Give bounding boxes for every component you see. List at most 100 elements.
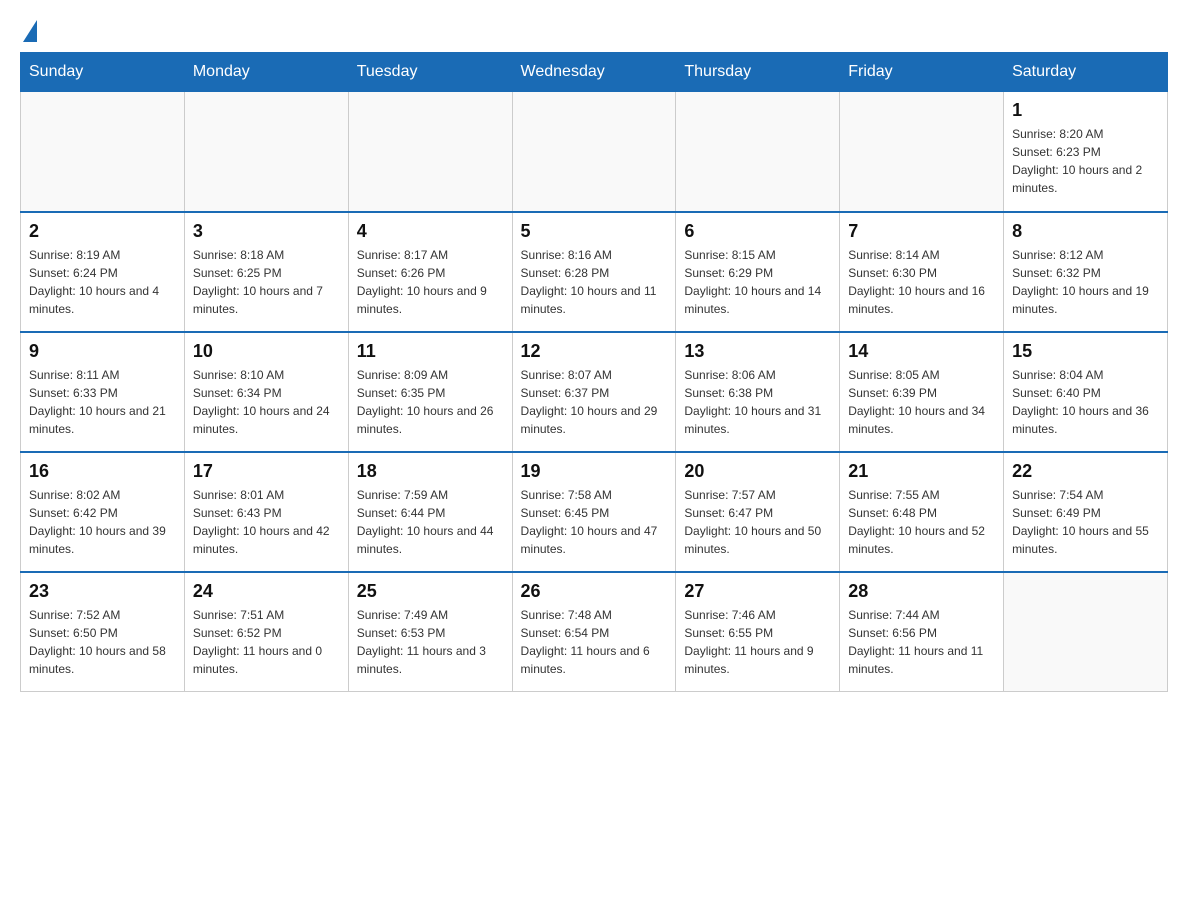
day-number: 3: [193, 221, 340, 242]
day-number: 10: [193, 341, 340, 362]
day-info: Sunrise: 7:59 AMSunset: 6:44 PMDaylight:…: [357, 486, 504, 558]
calendar-cell: [512, 92, 676, 212]
day-number: 6: [684, 221, 831, 242]
calendar-cell: 1 Sunrise: 8:20 AMSunset: 6:23 PMDaylight…: [1004, 92, 1168, 212]
calendar-cell: [840, 92, 1004, 212]
calendar-cell: 12 Sunrise: 8:07 AMSunset: 6:37 PMDayligh…: [512, 332, 676, 452]
day-number: 19: [521, 461, 668, 482]
day-info: Sunrise: 8:05 AMSunset: 6:39 PMDaylight:…: [848, 366, 995, 438]
day-info: Sunrise: 7:57 AMSunset: 6:47 PMDaylight:…: [684, 486, 831, 558]
calendar-week-1: 1 Sunrise: 8:20 AMSunset: 6:23 PMDaylight…: [21, 92, 1168, 212]
day-info: Sunrise: 8:16 AMSunset: 6:28 PMDaylight:…: [521, 246, 668, 318]
calendar-cell: 27 Sunrise: 7:46 AMSunset: 6:55 PMDayligh…: [676, 572, 840, 692]
day-number: 27: [684, 581, 831, 602]
day-info: Sunrise: 8:18 AMSunset: 6:25 PMDaylight:…: [193, 246, 340, 318]
calendar-cell: 11 Sunrise: 8:09 AMSunset: 6:35 PMDayligh…: [348, 332, 512, 452]
day-of-week-friday: Friday: [840, 53, 1004, 92]
day-info: Sunrise: 8:10 AMSunset: 6:34 PMDaylight:…: [193, 366, 340, 438]
day-info: Sunrise: 7:51 AMSunset: 6:52 PMDaylight:…: [193, 606, 340, 678]
day-of-week-wednesday: Wednesday: [512, 53, 676, 92]
day-number: 12: [521, 341, 668, 362]
day-number: 7: [848, 221, 995, 242]
day-number: 9: [29, 341, 176, 362]
day-number: 13: [684, 341, 831, 362]
calendar-week-4: 16 Sunrise: 8:02 AMSunset: 6:42 PMDayligh…: [21, 452, 1168, 572]
calendar-cell: 5 Sunrise: 8:16 AMSunset: 6:28 PMDaylight…: [512, 212, 676, 332]
day-number: 1: [1012, 100, 1159, 121]
day-number: 16: [29, 461, 176, 482]
day-number: 20: [684, 461, 831, 482]
calendar-cell: 18 Sunrise: 7:59 AMSunset: 6:44 PMDayligh…: [348, 452, 512, 572]
calendar-cell: 6 Sunrise: 8:15 AMSunset: 6:29 PMDaylight…: [676, 212, 840, 332]
calendar-cell: [184, 92, 348, 212]
day-of-week-monday: Monday: [184, 53, 348, 92]
day-info: Sunrise: 7:55 AMSunset: 6:48 PMDaylight:…: [848, 486, 995, 558]
day-info: Sunrise: 8:14 AMSunset: 6:30 PMDaylight:…: [848, 246, 995, 318]
calendar-cell: 19 Sunrise: 7:58 AMSunset: 6:45 PMDayligh…: [512, 452, 676, 572]
day-info: Sunrise: 8:06 AMSunset: 6:38 PMDaylight:…: [684, 366, 831, 438]
day-number: 15: [1012, 341, 1159, 362]
calendar-cell: 15 Sunrise: 8:04 AMSunset: 6:40 PMDayligh…: [1004, 332, 1168, 452]
calendar-cell: 20 Sunrise: 7:57 AMSunset: 6:47 PMDayligh…: [676, 452, 840, 572]
calendar-cell: 28 Sunrise: 7:44 AMSunset: 6:56 PMDayligh…: [840, 572, 1004, 692]
calendar-cell: 22 Sunrise: 7:54 AMSunset: 6:49 PMDayligh…: [1004, 452, 1168, 572]
day-number: 2: [29, 221, 176, 242]
day-number: 11: [357, 341, 504, 362]
calendar-week-5: 23 Sunrise: 7:52 AMSunset: 6:50 PMDayligh…: [21, 572, 1168, 692]
page-header: [20, 20, 1168, 42]
day-number: 14: [848, 341, 995, 362]
calendar-cell: 10 Sunrise: 8:10 AMSunset: 6:34 PMDayligh…: [184, 332, 348, 452]
calendar-cell: 26Sunrise: 7:48 AMSunset: 6:54 PMDayligh…: [512, 572, 676, 692]
calendar-cell: [676, 92, 840, 212]
day-info: Sunrise: 8:20 AMSunset: 6:23 PMDaylight:…: [1012, 125, 1159, 197]
calendar-week-2: 2Sunrise: 8:19 AMSunset: 6:24 PMDaylight…: [21, 212, 1168, 332]
day-number: 23: [29, 581, 176, 602]
day-info: Sunrise: 7:58 AMSunset: 6:45 PMDaylight:…: [521, 486, 668, 558]
calendar-cell: 16 Sunrise: 8:02 AMSunset: 6:42 PMDayligh…: [21, 452, 185, 572]
calendar-cell: 17Sunrise: 8:01 AMSunset: 6:43 PMDayligh…: [184, 452, 348, 572]
day-number: 22: [1012, 461, 1159, 482]
day-of-week-saturday: Saturday: [1004, 53, 1168, 92]
day-info: Sunrise: 7:46 AMSunset: 6:55 PMDaylight:…: [684, 606, 831, 678]
day-number: 5: [521, 221, 668, 242]
day-info: Sunrise: 7:54 AMSunset: 6:49 PMDaylight:…: [1012, 486, 1159, 558]
calendar-cell: 13 Sunrise: 8:06 AMSunset: 6:38 PMDayligh…: [676, 332, 840, 452]
logo-triangle-icon: [23, 20, 37, 42]
day-info: Sunrise: 8:09 AMSunset: 6:35 PMDaylight:…: [357, 366, 504, 438]
calendar-cell: 24 Sunrise: 7:51 AMSunset: 6:52 PMDayligh…: [184, 572, 348, 692]
day-info: Sunrise: 7:44 AMSunset: 6:56 PMDaylight:…: [848, 606, 995, 678]
day-number: 24: [193, 581, 340, 602]
day-number: 28: [848, 581, 995, 602]
calendar-cell: [21, 92, 185, 212]
day-of-week-tuesday: Tuesday: [348, 53, 512, 92]
day-number: 8: [1012, 221, 1159, 242]
day-number: 26: [521, 581, 668, 602]
day-info: Sunrise: 8:02 AMSunset: 6:42 PMDaylight:…: [29, 486, 176, 558]
calendar-cell: 2Sunrise: 8:19 AMSunset: 6:24 PMDaylight…: [21, 212, 185, 332]
day-info: Sunrise: 8:12 AMSunset: 6:32 PMDaylight:…: [1012, 246, 1159, 318]
calendar-cell: 3 Sunrise: 8:18 AMSunset: 6:25 PMDaylight…: [184, 212, 348, 332]
day-info: Sunrise: 8:04 AMSunset: 6:40 PMDaylight:…: [1012, 366, 1159, 438]
calendar-week-3: 9Sunrise: 8:11 AMSunset: 6:33 PMDaylight…: [21, 332, 1168, 452]
day-info: Sunrise: 7:52 AMSunset: 6:50 PMDaylight:…: [29, 606, 176, 678]
calendar-cell: [348, 92, 512, 212]
day-info: Sunrise: 8:07 AMSunset: 6:37 PMDaylight:…: [521, 366, 668, 438]
day-of-week-sunday: Sunday: [21, 53, 185, 92]
day-info: Sunrise: 7:49 AMSunset: 6:53 PMDaylight:…: [357, 606, 504, 678]
day-number: 21: [848, 461, 995, 482]
calendar-cell: 4 Sunrise: 8:17 AMSunset: 6:26 PMDaylight…: [348, 212, 512, 332]
calendar-cell: 7 Sunrise: 8:14 AMSunset: 6:30 PMDaylight…: [840, 212, 1004, 332]
day-number: 18: [357, 461, 504, 482]
calendar-cell: [1004, 572, 1168, 692]
day-info: Sunrise: 8:15 AMSunset: 6:29 PMDaylight:…: [684, 246, 831, 318]
calendar-cell: 25Sunrise: 7:49 AMSunset: 6:53 PMDayligh…: [348, 572, 512, 692]
day-info: Sunrise: 8:17 AMSunset: 6:26 PMDaylight:…: [357, 246, 504, 318]
day-number: 4: [357, 221, 504, 242]
calendar-cell: 23 Sunrise: 7:52 AMSunset: 6:50 PMDayligh…: [21, 572, 185, 692]
logo: [20, 20, 37, 42]
calendar-cell: 9Sunrise: 8:11 AMSunset: 6:33 PMDaylight…: [21, 332, 185, 452]
calendar-cell: 8 Sunrise: 8:12 AMSunset: 6:32 PMDaylight…: [1004, 212, 1168, 332]
day-info: Sunrise: 8:01 AMSunset: 6:43 PMDaylight:…: [193, 486, 340, 558]
calendar-table: SundayMondayTuesdayWednesdayThursdayFrid…: [20, 52, 1168, 692]
calendar-cell: 14 Sunrise: 8:05 AMSunset: 6:39 PMDayligh…: [840, 332, 1004, 452]
